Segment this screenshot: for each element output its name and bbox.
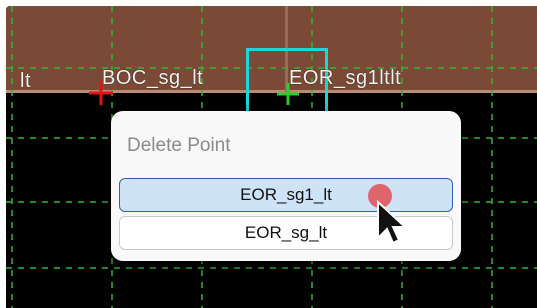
cad-canvas[interactable]: lt BOC_sg_lt EOR_sg1ltlt Delete Point EO… [6, 6, 537, 308]
label-eor: EOR_sg1ltlt [289, 67, 402, 89]
label-lt: lt [20, 70, 31, 92]
menu-title: Delete Point [127, 135, 231, 156]
arrow-pointer-icon [377, 199, 408, 245]
menu-item-label: EOR_sg_lt [244, 223, 328, 242]
menu-item-label: EOR_sg1_lt [240, 185, 332, 204]
label-boc: BOC_sg_lt [102, 67, 204, 89]
context-menu: Delete Point EOR_sg1_lt EOR_sg_lt [111, 111, 461, 261]
mouse-cursor [368, 184, 408, 245]
